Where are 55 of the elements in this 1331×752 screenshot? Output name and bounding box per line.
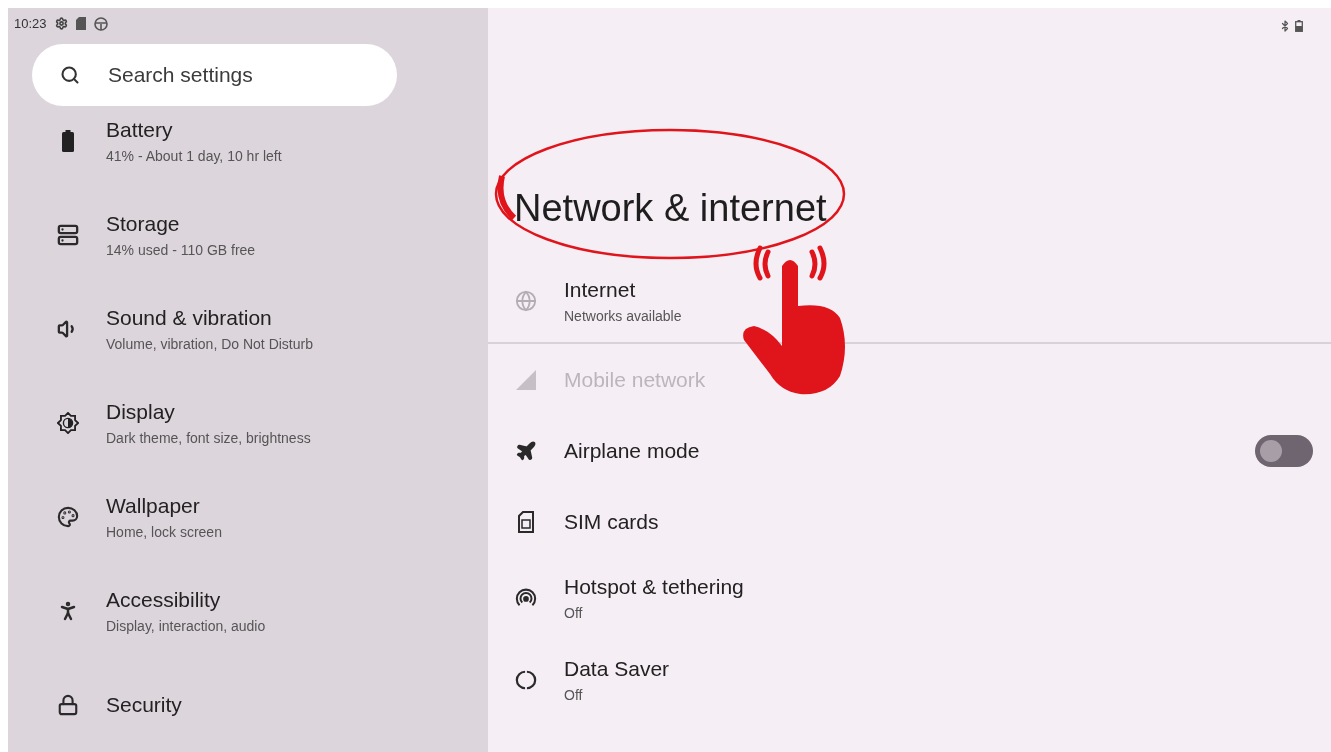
settings-item[interactable]: Storage 14% used - 110 GB free [8, 204, 488, 266]
gear-icon [54, 17, 68, 30]
item-title: Security [106, 693, 182, 717]
settings-item[interactable]: Sound & vibration Volume, vibration, Do Not Disturb [8, 298, 488, 360]
setting-row[interactable]: Hotspot & tethering Off [488, 557, 1331, 639]
search-field[interactable]: Search settings [32, 44, 397, 106]
search-icon [60, 65, 80, 85]
setting-row[interactable]: Airplane mode [488, 415, 1331, 486]
status-time: 10:23 [14, 16, 47, 31]
item-title: Storage [106, 212, 181, 236]
row-subtitle: Off [564, 605, 584, 621]
lock-icon [57, 694, 79, 716]
row-title: Mobile network [564, 367, 706, 392]
sim-card-icon [75, 17, 86, 30]
settings-item[interactable]: Accessibility Display, interaction, audio [8, 580, 488, 642]
search-input[interactable]: Search settings [106, 62, 350, 88]
airplane-toggle[interactable] [1255, 434, 1313, 467]
item-subtitle: 14% used - 110 GB free [106, 242, 256, 258]
item-title: Wallpaper [106, 494, 201, 518]
item-subtitle: Volume, vibration, Do Not Disturb [106, 336, 313, 352]
battery-icon [62, 130, 74, 152]
item-title: Sound & vibration [106, 306, 273, 330]
palette-icon [57, 506, 79, 528]
storage-icon [57, 224, 79, 246]
item-title: Accessibility [106, 588, 222, 612]
row-title: Internet [564, 278, 637, 302]
signal-icon [516, 369, 536, 390]
row-title: Airplane mode [564, 438, 700, 463]
item-subtitle: Display, interaction, audio [106, 618, 266, 634]
row-subtitle: Off [564, 687, 584, 703]
row-title: SIM cards [564, 509, 659, 534]
settings-item[interactable]: Battery 41% - About 1 day, 10 hr left [8, 110, 488, 172]
setting-row[interactable]: Data Saver Off [488, 639, 1331, 721]
item-title: Display [106, 400, 176, 424]
hotspot-icon [515, 587, 537, 609]
page-title: Network & internet [514, 188, 828, 231]
battery-icon [1295, 20, 1303, 32]
row-subtitle: Networks available [564, 308, 682, 324]
setting-row[interactable]: SIM cards [488, 486, 1331, 557]
bluetooth-icon [1279, 20, 1291, 32]
brightness-icon [57, 412, 79, 434]
settings-item[interactable]: Wallpaper Home, lock screen [8, 486, 488, 548]
setting-row[interactable]: Internet Networks available [488, 260, 1331, 342]
item-subtitle: Home, lock screen [106, 524, 222, 540]
airplane-icon [515, 439, 537, 462]
item-subtitle: Dark theme, font size, brightness [106, 430, 311, 446]
steering-wheel-icon [93, 16, 108, 31]
row-title: Hotspot & tethering [564, 575, 744, 599]
sim-card-icon [517, 510, 535, 533]
row-title: Data Saver [564, 657, 670, 681]
settings-item[interactable]: Security [8, 674, 488, 736]
data-saver-icon [515, 669, 537, 691]
settings-item[interactable]: Display Dark theme, font size, brightness [8, 392, 488, 454]
item-title: Battery [106, 118, 174, 142]
item-subtitle: 41% - About 1 day, 10 hr left [106, 148, 282, 164]
